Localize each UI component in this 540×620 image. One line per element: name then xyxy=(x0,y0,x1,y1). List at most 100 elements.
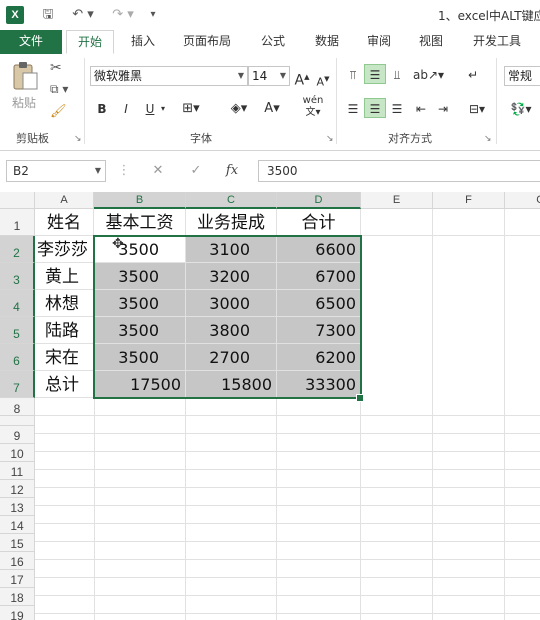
empty-rows-area[interactable] xyxy=(35,398,540,620)
bold-button[interactable]: B xyxy=(92,98,112,118)
cell-b3[interactable]: 3500 xyxy=(94,263,186,290)
cell-c5[interactable]: 3800 xyxy=(186,317,277,344)
wrap-text-icon[interactable]: ↵ xyxy=(462,64,484,84)
tab-insert[interactable]: 插入 xyxy=(120,30,166,54)
column-header-d[interactable]: D xyxy=(277,192,361,209)
borders-icon[interactable]: ⊞▾ xyxy=(176,98,206,118)
cell-b5[interactable]: 3500 xyxy=(94,317,186,344)
row-header-9[interactable]: 9 xyxy=(0,426,35,444)
worksheet-grid[interactable]: A B C D E F G 1 2 3 4 5 6 7 8 9 10 11 12… xyxy=(0,192,540,620)
cell-b2[interactable]: 3500 xyxy=(94,236,186,263)
cell-g1[interactable] xyxy=(505,209,540,236)
cell-c6[interactable]: 2700 xyxy=(186,344,277,371)
font-launcher-icon[interactable]: ↘ xyxy=(326,134,334,144)
alignment-launcher-icon[interactable]: ↘ xyxy=(484,134,492,144)
tab-page-layout[interactable]: 页面布局 xyxy=(174,30,240,54)
align-center-icon[interactable]: ☰ xyxy=(364,98,386,118)
increase-indent-icon[interactable]: ⇥ xyxy=(432,98,454,118)
row-header-17[interactable]: 17 xyxy=(0,570,35,588)
cancel-icon[interactable]: ✕ xyxy=(146,162,170,180)
fill-color-icon[interactable]: ◈▾ xyxy=(222,98,256,118)
phonetic-guide-button[interactable]: wén 文▾ xyxy=(298,94,328,120)
undo-icon[interactable]: ↶ ▾ xyxy=(68,6,98,24)
cell-c7[interactable]: 15800 xyxy=(186,371,277,398)
cell-c2[interactable]: 3100 xyxy=(186,236,277,263)
align-bottom-icon[interactable]: ⫫ xyxy=(386,64,408,84)
cell-d1[interactable]: 合计 xyxy=(277,209,361,236)
redo-icon[interactable]: ↷ ▾ xyxy=(108,6,138,24)
empty-cells-e[interactable] xyxy=(361,236,433,398)
row-header-6[interactable]: 6 xyxy=(0,344,35,371)
column-header-g[interactable]: G xyxy=(505,192,540,209)
cell-c4[interactable]: 3000 xyxy=(186,290,277,317)
grow-font-button[interactable]: A▲ xyxy=(293,66,311,89)
cell-d7[interactable]: 33300 xyxy=(277,371,361,398)
empty-cells-g[interactable] xyxy=(505,236,540,398)
number-format-combo[interactable]: 常规 xyxy=(504,66,540,86)
align-right-icon[interactable]: ☰ xyxy=(386,98,408,118)
column-header-e[interactable]: E xyxy=(361,192,433,209)
column-header-c[interactable]: C xyxy=(186,192,277,209)
cell-a6[interactable]: 宋在 xyxy=(35,344,94,371)
cell-a5[interactable]: 陆路 xyxy=(35,317,94,344)
row-header-19[interactable]: 19 xyxy=(0,606,35,620)
underline-dropdown-icon[interactable]: ▾ xyxy=(158,98,168,118)
row-header-14[interactable]: 14 xyxy=(0,516,35,534)
cell-f1[interactable] xyxy=(433,209,505,236)
fill-handle[interactable] xyxy=(356,394,364,402)
copy-icon[interactable]: ⧉ ▾ xyxy=(50,82,74,98)
shrink-font-button[interactable]: A▼ xyxy=(314,68,332,89)
decrease-indent-icon[interactable]: ⇤ xyxy=(410,98,432,118)
tab-review[interactable]: 审阅 xyxy=(356,30,402,54)
tab-data[interactable]: 数据 xyxy=(304,30,350,54)
cell-d4[interactable]: 6500 xyxy=(277,290,361,317)
insert-function-icon[interactable]: fx xyxy=(220,162,244,180)
clipboard-launcher-icon[interactable]: ↘ xyxy=(74,134,82,144)
row-header-15[interactable]: 15 xyxy=(0,534,35,552)
row-header-3[interactable]: 3 xyxy=(0,263,35,290)
underline-button[interactable]: U xyxy=(140,98,160,118)
cell-b4[interactable]: 3500 xyxy=(94,290,186,317)
italic-button[interactable]: I xyxy=(116,98,136,118)
accounting-format-icon[interactable]: 💱▾ xyxy=(506,98,536,118)
customize-quick-access-icon[interactable]: ▾ xyxy=(146,6,160,24)
align-top-icon[interactable]: ⫪ xyxy=(342,64,364,84)
font-name-combo[interactable]: 微软雅黑 ▼ xyxy=(90,66,248,86)
align-left-icon[interactable]: ☰ xyxy=(342,98,364,118)
cell-d3[interactable]: 6700 xyxy=(277,263,361,290)
merge-center-icon[interactable]: ⊟▾ xyxy=(462,98,492,118)
enter-icon[interactable]: ✓ xyxy=(184,162,208,180)
cell-a4[interactable]: 林想 xyxy=(35,290,94,317)
select-all-corner[interactable] xyxy=(0,192,35,209)
font-color-button[interactable]: A▾ xyxy=(260,98,284,118)
name-box[interactable]: B2 ▼ xyxy=(6,160,106,182)
cell-a7[interactable]: 总计 xyxy=(35,371,94,398)
row-header-2[interactable]: 2 xyxy=(0,236,35,263)
row-header-8[interactable]: 8 xyxy=(0,398,35,416)
format-painter-icon[interactable]: 🖌 xyxy=(50,104,70,120)
row-header-10[interactable]: 10 xyxy=(0,444,35,462)
save-icon[interactable]: 🖫 xyxy=(38,6,58,24)
more-options-icon[interactable]: ⋮ xyxy=(112,162,136,180)
row-header-7[interactable]: 7 xyxy=(0,371,35,398)
cell-e1[interactable] xyxy=(361,209,433,236)
row-header-4[interactable]: 4 xyxy=(0,290,35,317)
tab-view[interactable]: 视图 xyxy=(408,30,454,54)
row-header-18[interactable]: 18 xyxy=(0,588,35,606)
column-header-b[interactable]: B xyxy=(94,192,186,209)
cell-c3[interactable]: 3200 xyxy=(186,263,277,290)
cell-d5[interactable]: 7300 xyxy=(277,317,361,344)
font-size-combo[interactable]: 14 ▼ xyxy=(248,66,290,86)
orientation-icon[interactable]: ab↗▾ xyxy=(412,64,444,84)
tab-file[interactable]: 文件 xyxy=(0,30,62,54)
paste-label[interactable]: 粘贴 xyxy=(12,94,36,111)
tab-formulas[interactable]: 公式 xyxy=(250,30,296,54)
cell-b1[interactable]: 基本工资 xyxy=(94,209,186,236)
cell-b7[interactable]: 17500 xyxy=(94,371,186,398)
align-middle-icon[interactable]: ☰ xyxy=(364,64,386,84)
row-header-1[interactable]: 1 xyxy=(0,209,35,236)
cell-a1[interactable]: 姓名 xyxy=(35,209,94,236)
paste-icon[interactable] xyxy=(10,60,40,90)
cell-a3[interactable]: 黄上 xyxy=(35,263,94,290)
row-header-11[interactable]: 11 xyxy=(0,462,35,480)
